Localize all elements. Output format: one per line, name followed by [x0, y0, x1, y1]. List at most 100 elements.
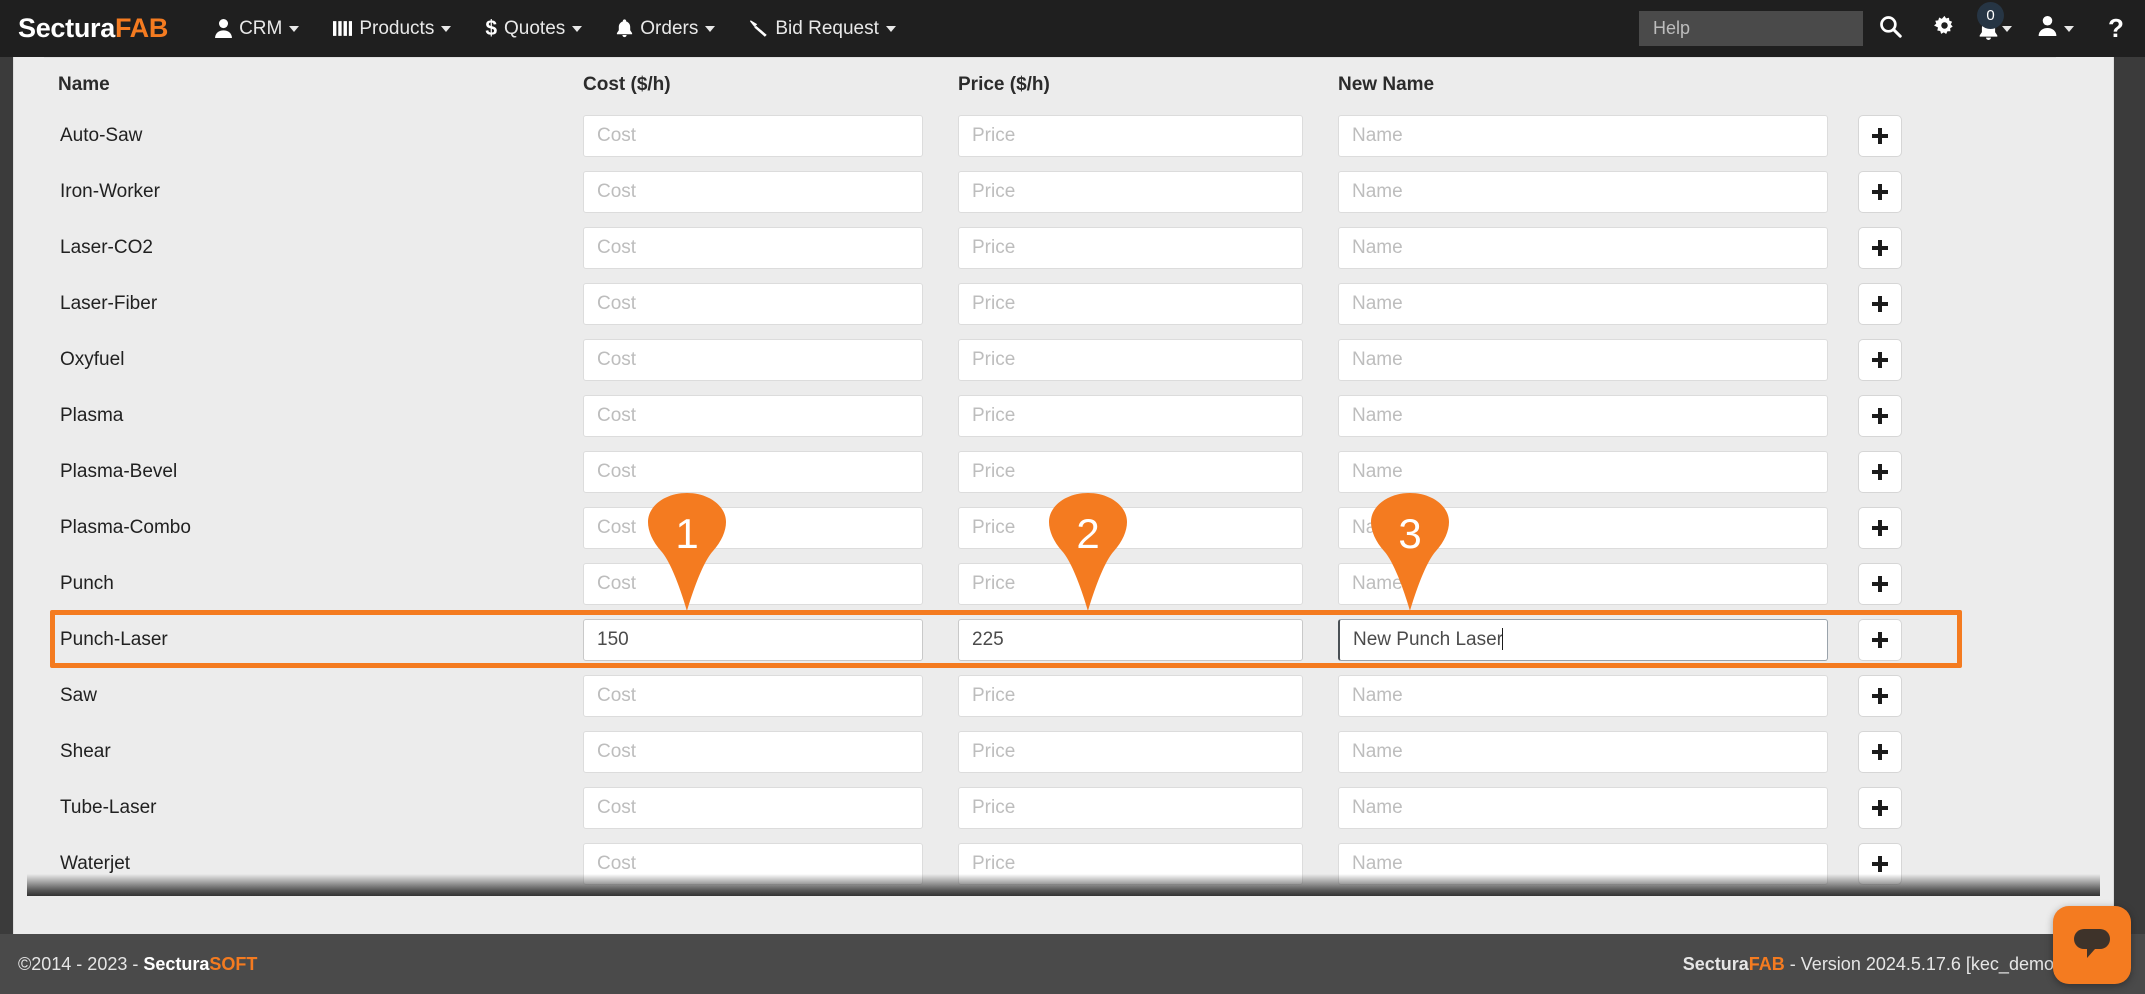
- cost-input-cell: [583, 444, 923, 500]
- new-name-input-waterjet[interactable]: [1338, 843, 1828, 885]
- add-row-cell: [1858, 276, 1958, 332]
- spacer-cell: [1828, 332, 1858, 388]
- price-input-cell: [958, 836, 1303, 892]
- user-menu-button[interactable]: [2025, 0, 2087, 57]
- add-button-plasma[interactable]: [1858, 395, 1902, 437]
- new-name-input-plasma[interactable]: [1338, 395, 1828, 437]
- price-input-punch-laser[interactable]: [958, 619, 1303, 661]
- brand-logo-prefix: Sectura: [18, 13, 115, 43]
- new-name-input-oxyfuel[interactable]: [1338, 339, 1828, 381]
- cost-input-plasma-combo[interactable]: [583, 507, 923, 549]
- new-name-input-saw[interactable]: [1338, 675, 1828, 717]
- price-input-plasma-combo[interactable]: [958, 507, 1303, 549]
- new-name-input-tube-laser[interactable]: [1338, 787, 1828, 829]
- new-name-input-plasma-combo[interactable]: [1338, 507, 1828, 549]
- chat-bubble-icon: [2070, 924, 2114, 967]
- cost-input-iron-worker[interactable]: [583, 171, 923, 213]
- row-label-oxyfuel: Oxyfuel: [58, 349, 124, 370]
- add-button-punch[interactable]: [1858, 563, 1902, 605]
- spacer-cell: [923, 332, 958, 388]
- row-name-cell: Laser-Fiber: [58, 276, 583, 332]
- row-label-laser-fiber: Laser-Fiber: [58, 293, 157, 314]
- add-button-iron-worker[interactable]: [1858, 171, 1902, 213]
- spacer-cell: [1828, 556, 1858, 612]
- cost-input-punch[interactable]: [583, 563, 923, 605]
- row-name-cell: Saw: [58, 668, 583, 724]
- cost-input-laser-co2[interactable]: [583, 227, 923, 269]
- new-name-input-laser-co2[interactable]: [1338, 227, 1828, 269]
- row-name-cell: Waterjet: [58, 836, 583, 892]
- brand-logo[interactable]: SecturaFAB: [18, 13, 168, 44]
- row-label-laser-co2: Laser-CO2: [58, 237, 153, 258]
- add-button-plasma-bevel[interactable]: [1858, 451, 1902, 493]
- cost-input-waterjet[interactable]: [583, 843, 923, 885]
- price-input-tube-laser[interactable]: [958, 787, 1303, 829]
- price-input-auto-saw[interactable]: [958, 115, 1303, 157]
- price-input-punch[interactable]: [958, 563, 1303, 605]
- nav-item-bid-request[interactable]: Bid Request: [732, 0, 913, 57]
- new-name-input-laser-fiber[interactable]: [1338, 283, 1828, 325]
- new-name-input-punch-laser[interactable]: [1338, 619, 1828, 661]
- price-input-shear[interactable]: [958, 731, 1303, 773]
- nav-item-products[interactable]: Products: [316, 0, 468, 57]
- add-button-waterjet[interactable]: [1858, 843, 1902, 885]
- row-label-iron-worker: Iron-Worker: [58, 181, 160, 202]
- add-button-shear[interactable]: [1858, 731, 1902, 773]
- add-button-oxyfuel[interactable]: [1858, 339, 1902, 381]
- help-button[interactable]: ?: [2087, 0, 2145, 57]
- search-icon: [1879, 15, 1902, 43]
- price-input-oxyfuel[interactable]: [958, 339, 1303, 381]
- price-input-plasma-bevel[interactable]: [958, 451, 1303, 493]
- spacer-cell: [1303, 276, 1338, 332]
- nav-item-quotes[interactable]: $ Quotes: [468, 0, 599, 57]
- cost-input-tube-laser[interactable]: [583, 787, 923, 829]
- price-input-laser-co2[interactable]: [958, 227, 1303, 269]
- price-input-plasma[interactable]: [958, 395, 1303, 437]
- add-button-saw[interactable]: [1858, 675, 1902, 717]
- add-button-punch-laser[interactable]: [1858, 619, 1902, 661]
- price-input-laser-fiber[interactable]: [958, 283, 1303, 325]
- chat-widget-button[interactable]: [2053, 906, 2131, 984]
- row-name-cell: Plasma-Combo: [58, 500, 583, 556]
- new-name-input-punch[interactable]: [1338, 563, 1828, 605]
- new-name-input-shear[interactable]: [1338, 731, 1828, 773]
- price-input-cell: [958, 388, 1303, 444]
- price-input-saw[interactable]: [958, 675, 1303, 717]
- column-header-new-name: New Name: [1338, 58, 1828, 108]
- add-button-laser-fiber[interactable]: [1858, 283, 1902, 325]
- row-label-waterjet: Waterjet: [58, 853, 130, 874]
- nav-item-orders[interactable]: Orders: [599, 0, 732, 57]
- new-name-input-plasma-bevel[interactable]: [1338, 451, 1828, 493]
- add-button-laser-co2[interactable]: [1858, 227, 1902, 269]
- cost-input-plasma-bevel[interactable]: [583, 451, 923, 493]
- search-button[interactable]: [1863, 0, 1917, 57]
- cost-input-saw[interactable]: [583, 675, 923, 717]
- price-input-iron-worker[interactable]: [958, 171, 1303, 213]
- cost-input-auto-saw[interactable]: [583, 115, 923, 157]
- table-row: Plasma: [58, 388, 1958, 444]
- cost-input-punch-laser[interactable]: [583, 619, 923, 661]
- add-button-auto-saw[interactable]: [1858, 115, 1902, 157]
- new-name-input-iron-worker[interactable]: [1338, 171, 1828, 213]
- add-button-plasma-combo[interactable]: [1858, 507, 1902, 549]
- notifications-button[interactable]: 0: [1971, 0, 2025, 57]
- cost-input-oxyfuel[interactable]: [583, 339, 923, 381]
- cost-input-laser-fiber[interactable]: [583, 283, 923, 325]
- nav-item-crm[interactable]: CRM: [198, 0, 316, 57]
- settings-button[interactable]: [1917, 0, 1971, 57]
- spacer-cell: [923, 388, 958, 444]
- cost-input-cell: [583, 388, 923, 444]
- help-input[interactable]: [1639, 11, 1863, 46]
- spacer-cell: [923, 58, 958, 108]
- cost-input-shear[interactable]: [583, 731, 923, 773]
- add-row-cell: [1858, 500, 1958, 556]
- new-name-input-cell: [1338, 220, 1828, 276]
- add-button-tube-laser[interactable]: [1858, 787, 1902, 829]
- column-header-actions: [1858, 58, 1958, 108]
- price-input-cell: [958, 500, 1303, 556]
- hammer-icon: [749, 19, 768, 38]
- plus-icon: [1872, 352, 1888, 368]
- new-name-input-auto-saw[interactable]: [1338, 115, 1828, 157]
- price-input-waterjet[interactable]: [958, 843, 1303, 885]
- cost-input-plasma[interactable]: [583, 395, 923, 437]
